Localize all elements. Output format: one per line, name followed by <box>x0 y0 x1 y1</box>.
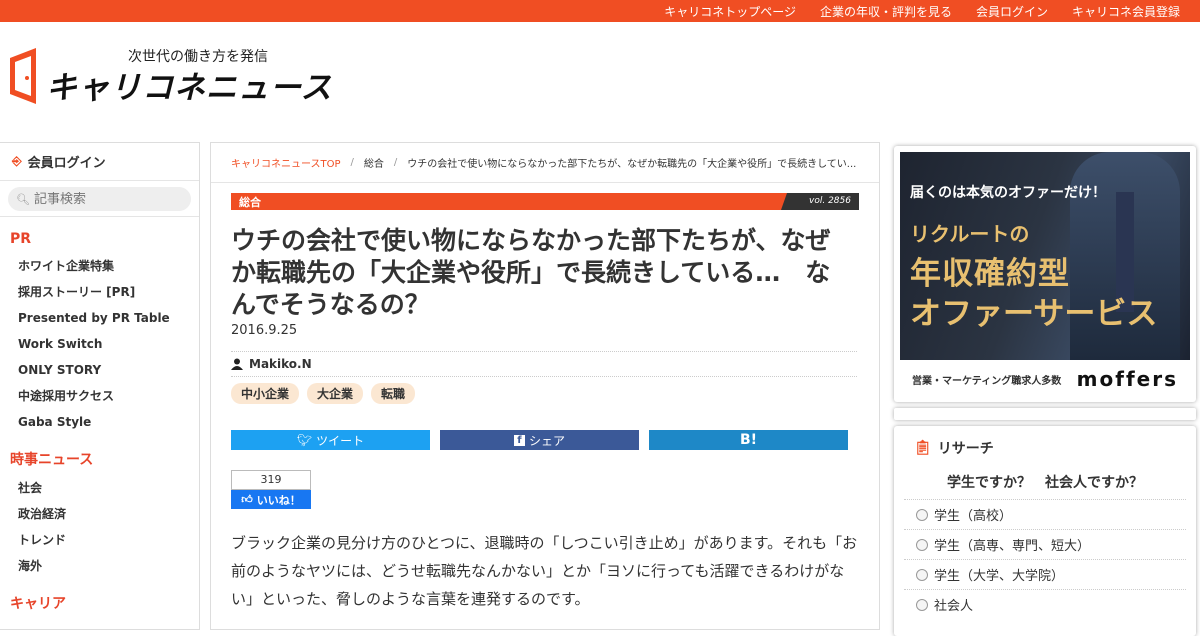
article-author[interactable]: Makiko.N <box>231 351 857 377</box>
tweet-button[interactable]: 🐦︎ ツイート <box>231 430 430 450</box>
ad-brand: moffers <box>1076 367 1178 391</box>
sidebar-login[interactable]: ⎆ 会員ログイン <box>0 143 199 181</box>
category-bar: 総合 vol. 2856 <box>231 193 859 210</box>
article-body: ブラック企業の見分け方のひとつに、退職時の「しつこい引き止め」があります。それも… <box>231 534 858 608</box>
door-logo-icon <box>10 48 36 104</box>
research-option[interactable]: 社会人 <box>904 589 1186 619</box>
research-option-label: 学生（高専、専門、短大） <box>934 539 1091 554</box>
facebook-share-label: シェア <box>528 433 565 448</box>
share-buttons: 🐦︎ ツイート f シェア B! <box>231 430 848 450</box>
ad-line1: 届くのは本気のオファーだけ！ <box>910 185 1106 201</box>
sidebar-item-gaba-style[interactable]: Gaba Style <box>0 409 199 435</box>
research-widget: 📋︎ リサーチ 学生ですか？ 社会人ですか？ 学生（高校） 学生（高専、専門、短… <box>894 426 1196 636</box>
ad-footer-text: 営業・マーケティング職求人多数 <box>912 375 1062 387</box>
search-icon: 🔍︎ <box>16 192 30 206</box>
breadcrumb-separator: / <box>350 157 354 168</box>
sidebar-item-society[interactable]: 社会 <box>0 475 199 501</box>
research-option-label: 学生（高校） <box>934 509 1013 524</box>
sidebar-item-politics-economy[interactable]: 政治経済 <box>0 501 199 527</box>
sidebar-item-trend[interactable]: トレンド <box>0 527 199 553</box>
ad-line4: オファーサービス <box>910 296 1158 332</box>
sidebar-item-overseas[interactable]: 海外 <box>0 553 199 579</box>
research-question: 学生ですか？ 社会人ですか？ <box>947 475 1143 491</box>
radio-button[interactable] <box>916 568 928 581</box>
sidebar-item-pr-table[interactable]: Presented by PR Table <box>0 305 199 331</box>
logo-wordmark: キャリコネニュース <box>46 70 333 106</box>
breadcrumb-category-link[interactable]: 総合 <box>364 155 384 170</box>
thumbs-up-icon: 👍︎ <box>241 493 253 506</box>
breadcrumb-current: ウチの会社で使い物にならなかった部下たちが、なぜか転職先の「大企業や役所」で長続… <box>407 159 857 170</box>
radio-button[interactable] <box>916 538 928 551</box>
sidebar-section-pr: PR <box>10 231 32 247</box>
ad-image: 届くのは本気のオファーだけ！ リクルートの 年収確約型 オファーサービス <box>900 152 1190 360</box>
research-option-label: 学生（大学、大学院） <box>934 569 1065 584</box>
nav-member-register[interactable]: キャリコネ会員登録 <box>1072 3 1180 20</box>
sidebar-section-career: キャリア <box>10 596 66 612</box>
sidebar-login-label: 会員ログイン <box>27 156 106 171</box>
research-heading: 📋︎ リサーチ <box>914 438 994 458</box>
nav-caricone-top[interactable]: キャリコネトップページ <box>664 3 796 20</box>
breadcrumb: キャリコネニュースTOP / 総合 / ウチの会社で使い物にならなかった部下たち… <box>211 143 879 183</box>
sidebar-item-work-switch[interactable]: Work Switch <box>0 331 199 357</box>
breadcrumb-separator: / <box>393 157 398 168</box>
clipboard-icon: 📋︎ <box>914 440 932 456</box>
twitter-icon: 🐦︎ <box>296 433 313 447</box>
facebook-like-widget: 319 👍︎ いいね！ <box>231 470 311 510</box>
login-icon: ⎆ <box>12 154 22 168</box>
facebook-icon: f <box>513 434 525 446</box>
sidebar-search: 🔍︎ <box>0 181 199 217</box>
research-option[interactable]: 学生（大学、大学院） <box>904 559 1186 589</box>
research-option[interactable]: 学生（高専、専門、短大） <box>904 529 1186 559</box>
research-options: 学生（高校） 学生（高専、専門、短大） 学生（大学、大学院） 社会人 <box>904 499 1186 619</box>
sidebar-item-midcareer-success[interactable]: 中途採用サクセス <box>0 383 199 409</box>
article-vol: vol. 2856 <box>781 193 859 210</box>
site-logo[interactable]: 次世代の働き方を発信 キャリコネニュース <box>10 44 350 108</box>
author-name: Makiko.N <box>249 357 312 371</box>
tag-sme[interactable]: 中小企業 <box>231 383 300 404</box>
top-nav-bar: キャリコネトップページ 企業の年収・評判を見る 会員ログイン キャリコネ会員登録 <box>0 0 1200 22</box>
article-main: キャリコネニュースTOP / 総合 / ウチの会社で使い物にならなかった部下たち… <box>210 142 880 630</box>
ad-line2: リクルートの <box>910 222 1030 246</box>
search-input[interactable] <box>33 191 184 207</box>
research-option[interactable]: 学生（高校） <box>904 499 1186 529</box>
hatena-bookmark-button[interactable]: B! <box>649 430 848 450</box>
user-icon <box>231 358 243 370</box>
sidebar-item-recruit-story[interactable]: 採用ストーリー [PR] <box>0 279 199 305</box>
breadcrumb-top-link[interactable]: キャリコネニュースTOP <box>231 155 341 170</box>
like-button[interactable]: 👍︎ いいね！ <box>231 490 311 509</box>
research-option-label: 社会人 <box>934 599 974 614</box>
tweet-label: ツイート <box>316 433 365 448</box>
tag-job-change[interactable]: 転職 <box>371 383 416 404</box>
like-count: 319 <box>231 470 311 490</box>
ad-divider-strip <box>894 408 1196 420</box>
ad-banner[interactable]: 届くのは本気のオファーだけ！ リクルートの 年収確約型 オファーサービス 営業・… <box>894 146 1196 402</box>
hatena-label: B! <box>739 432 758 448</box>
article-date: 2016.9.25 <box>231 323 298 338</box>
radio-button[interactable] <box>916 598 928 611</box>
research-heading-label: リサーチ <box>937 441 994 457</box>
radio-button[interactable] <box>916 508 928 521</box>
ad-footer: 営業・マーケティング職求人多数 moffers <box>900 364 1190 394</box>
article-title: ウチの会社で使い物にならなかった部下たちが、なぜか転職先の「大企業や役所」で長続… <box>231 226 831 319</box>
left-sidebar: ⎆ 会員ログイン 🔍︎ PR ホワイト企業特集 採用ストーリー [PR] Pre… <box>0 142 200 630</box>
tag-large-company[interactable]: 大企業 <box>307 383 364 404</box>
ad-line3: 年収確約型 <box>910 256 1070 292</box>
facebook-share-button[interactable]: f シェア <box>440 430 639 450</box>
sidebar-item-white-companies[interactable]: ホワイト企業特集 <box>0 253 199 279</box>
sidebar-section-news: 時事ニュース <box>10 452 94 468</box>
article-tags: 中小企業 大企業 転職 <box>231 383 416 404</box>
sidebar-item-only-story[interactable]: ONLY STORY <box>0 357 199 383</box>
nav-company-reviews[interactable]: 企業の年収・評判を見る <box>820 3 952 20</box>
nav-member-login[interactable]: 会員ログイン <box>976 3 1048 20</box>
like-label: いいね！ <box>256 493 301 507</box>
article-category[interactable]: 総合 <box>239 194 261 210</box>
